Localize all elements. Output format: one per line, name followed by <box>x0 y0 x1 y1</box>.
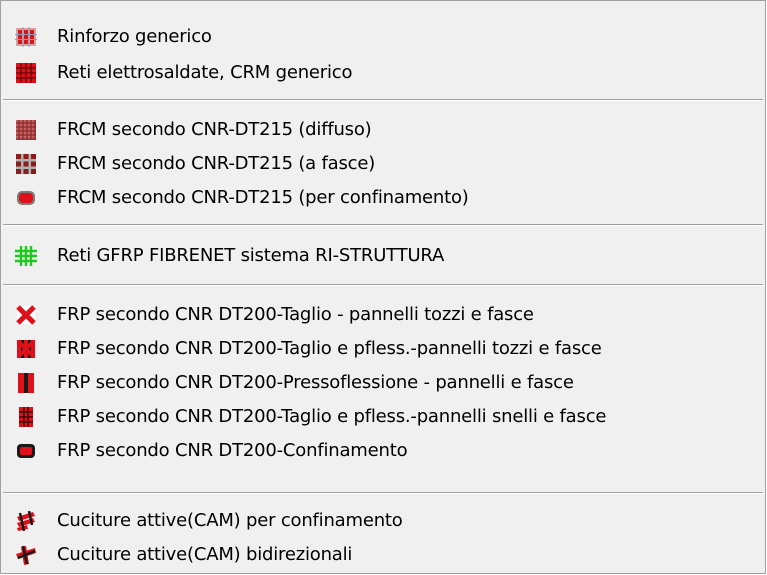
menu-item-generic-reinforcement[interactable]: Rinforzo generico <box>1 20 765 54</box>
menu-separator <box>3 284 763 286</box>
cam-bidirectional-icon <box>15 545 37 565</box>
menu-separator <box>3 99 763 101</box>
menu-item-frp-bending[interactable]: FRP secondo CNR DT200-Pressoflessione - … <box>1 366 765 400</box>
frp-confinement-icon <box>15 441 37 461</box>
frp-shear-bending-icon <box>15 339 37 359</box>
cam-confinement-icon <box>15 511 37 531</box>
menu-separator <box>3 224 763 226</box>
menu-separator <box>3 492 763 494</box>
generic-reinforcement-icon <box>15 27 37 47</box>
menu-item-label: FRP secondo CNR DT200-Pressoflessione - … <box>57 372 574 393</box>
menu-item-gfrp-mesh[interactable]: Reti GFRP FIBRENET sistema RI-STRUTTURA <box>1 239 765 273</box>
menu-item-label: Reti GFRP FIBRENET sistema RI-STRUTTURA <box>57 245 445 266</box>
frcm-diffuse-icon <box>15 120 37 140</box>
menu-item-cam-confinement[interactable]: Cuciture attive(CAM) per confinamento <box>1 504 765 538</box>
menu-item-label: Reti elettrosaldate, CRM generico <box>57 62 353 83</box>
menu-item-frcm-confinement[interactable]: FRCM secondo CNR-DT215 (per confinamento… <box>1 181 765 215</box>
frp-shear-icon <box>15 305 37 325</box>
frp-bending-icon <box>15 373 37 393</box>
frp-shear-bending-slender-icon <box>15 407 37 427</box>
menu-item-frp-shear-bending[interactable]: FRP secondo CNR DT200-Taglio e pfless.-p… <box>1 332 765 366</box>
welded-mesh-icon <box>15 63 37 83</box>
menu-item-frp-shear-bending-slender[interactable]: FRP secondo CNR DT200-Taglio e pfless.-p… <box>1 400 765 434</box>
menu-item-frcm-diffuse[interactable]: FRCM secondo CNR-DT215 (diffuso) <box>1 113 765 147</box>
menu-item-label: FRP secondo CNR DT200-Confinamento <box>57 440 408 461</box>
menu-item-frcm-strips[interactable]: FRCM secondo CNR-DT215 (a fasce) <box>1 147 765 181</box>
menu-item-frp-confinement[interactable]: FRP secondo CNR DT200-Confinamento <box>1 434 765 468</box>
gfrp-mesh-icon <box>15 246 37 266</box>
frcm-strips-icon <box>15 154 37 174</box>
frcm-confinement-icon <box>15 188 37 208</box>
context-menu: Rinforzo generico Reti elettrosaldate, C… <box>0 0 766 574</box>
menu-item-cam-bidirectional[interactable]: Cuciture attive(CAM) bidirezionali <box>1 538 765 572</box>
menu-item-label: FRCM secondo CNR-DT215 (diffuso) <box>57 119 372 140</box>
menu-item-frp-shear[interactable]: FRP secondo CNR DT200-Taglio - pannelli … <box>1 298 765 332</box>
menu-item-label: FRP secondo CNR DT200-Taglio - pannelli … <box>57 304 534 325</box>
menu-item-welded-mesh[interactable]: Reti elettrosaldate, CRM generico <box>1 56 765 90</box>
menu-item-label: Cuciture attive(CAM) per confinamento <box>57 510 403 531</box>
menu-item-label: Rinforzo generico <box>57 26 212 47</box>
menu-item-label: FRCM secondo CNR-DT215 (per confinamento… <box>57 187 469 208</box>
menu-item-label: Cuciture attive(CAM) bidirezionali <box>57 544 353 565</box>
menu-item-label: FRP secondo CNR DT200-Taglio e pfless.-p… <box>57 406 607 427</box>
menu-item-label: FRP secondo CNR DT200-Taglio e pfless.-p… <box>57 338 602 359</box>
menu-item-label: FRCM secondo CNR-DT215 (a fasce) <box>57 153 376 174</box>
